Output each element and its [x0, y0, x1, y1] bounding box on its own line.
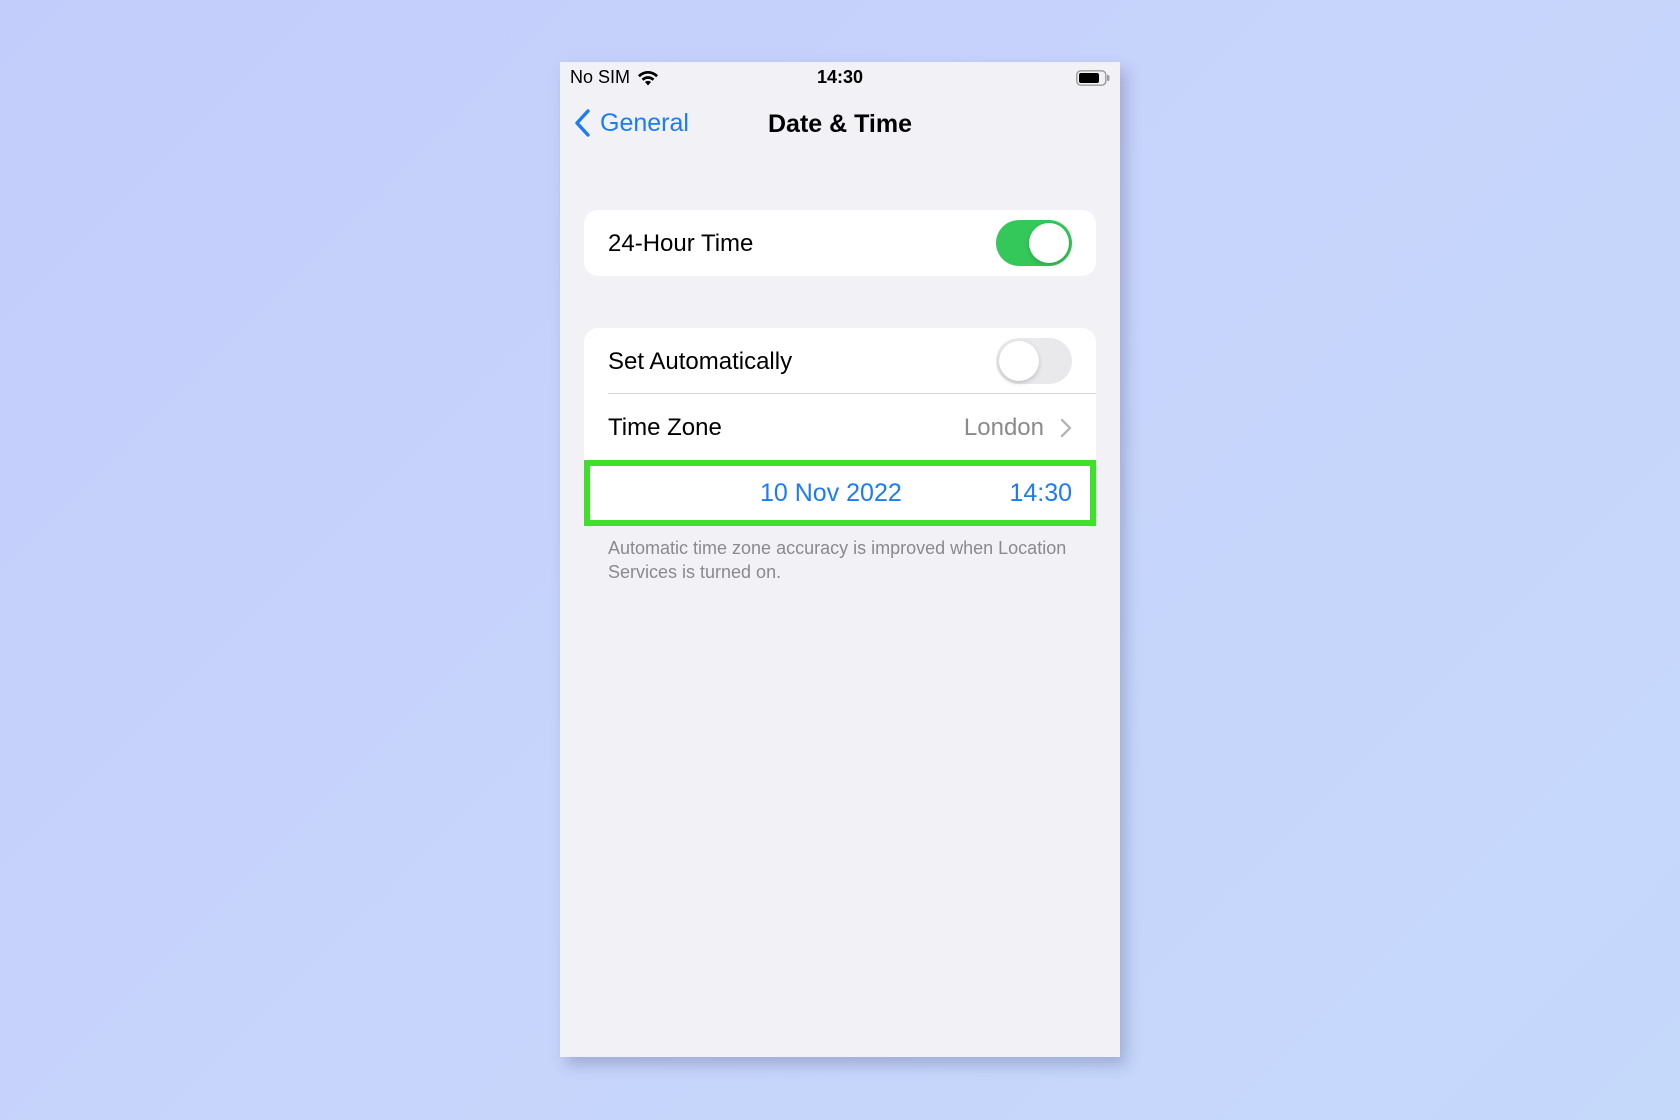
toggle-knob — [1029, 223, 1069, 263]
time-button[interactable]: 14:30 — [1009, 479, 1072, 508]
status-bar: No SIM 14:30 — [560, 62, 1120, 94]
set-automatically-label: Set Automatically — [608, 348, 793, 375]
hour24-label: 24-Hour Time — [608, 230, 754, 257]
phone-screen: No SIM 14:30 General Date & Time 24-Hour… — [560, 62, 1120, 1057]
battery-icon — [1076, 70, 1110, 86]
date-button[interactable]: 10 Nov 2022 — [760, 479, 902, 508]
hour24-toggle[interactable] — [996, 220, 1072, 266]
toggle-knob — [999, 341, 1039, 381]
time-zone-value: London — [963, 414, 1044, 441]
page-title: Date & Time — [767, 110, 913, 138]
set-automatically-row: Set Automatically — [584, 328, 1096, 394]
footer-note: Automatic time zone accuracy is improved… — [608, 538, 1067, 582]
set-automatically-toggle[interactable] — [996, 338, 1072, 384]
time-zone-row[interactable]: Time Zone London — [584, 394, 1096, 460]
status-time: 14:30 — [816, 67, 864, 87]
hour24-row: 24-Hour Time — [584, 210, 1096, 276]
navigation-bar: General Date & Time — [560, 102, 1120, 150]
date-time-row: 10 Nov 2022 14:30 — [584, 460, 1096, 526]
time-zone-label: Time Zone — [608, 414, 722, 441]
hour24-group: 24-Hour Time — [584, 210, 1096, 276]
date-time-group: Set Automatically Time Zone London 10 No… — [584, 328, 1096, 526]
chevron-right-icon — [1060, 418, 1072, 438]
